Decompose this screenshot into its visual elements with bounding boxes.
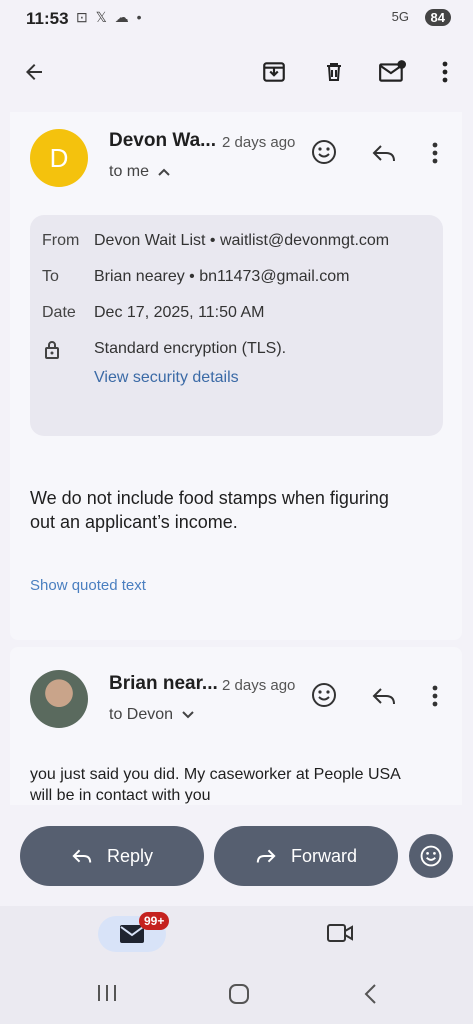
system-back-button[interactable] [363, 983, 377, 1010]
recipients-toggle[interactable]: to Devon [109, 706, 195, 724]
home-button[interactable] [228, 983, 250, 1010]
top-toolbar [0, 40, 473, 106]
sender-photo-avatar[interactable] [30, 670, 88, 728]
lock-icon [44, 340, 60, 365]
archive-button[interactable] [254, 52, 294, 92]
recipient-summary: to me [109, 163, 150, 180]
reply-label: Reply [106, 845, 154, 866]
forward-label: Forward [290, 845, 357, 866]
archive-icon [263, 62, 285, 82]
emoji-react-button[interactable] [310, 681, 338, 714]
message-body-line-1: you just said you did. My caseworker at … [30, 766, 401, 783]
network-indicator: 5G [391, 9, 409, 24]
forward-icon [256, 849, 276, 863]
smiley-icon [312, 140, 336, 164]
from-label: From [42, 232, 80, 249]
delete-button[interactable] [314, 52, 354, 92]
meet-tab[interactable] [326, 922, 354, 949]
date-label: Date [42, 304, 76, 321]
chevron-up-icon [158, 168, 170, 176]
smiley-icon [420, 845, 442, 867]
recent-apps-button[interactable] [96, 983, 118, 1008]
message-more-button[interactable] [432, 685, 438, 712]
message-more-button[interactable] [432, 142, 438, 169]
back-button[interactable] [14, 52, 54, 92]
mark-unread-button[interactable] [372, 52, 412, 92]
more-options-button[interactable] [425, 52, 465, 92]
sender-name[interactable]: Brian near... [109, 673, 218, 695]
home-icon [229, 984, 249, 1004]
date-value: Dec 17, 2025, 11:50 AM [94, 304, 265, 321]
to-label: To [42, 268, 59, 285]
encryption-text: Standard encryption (TLS). [94, 340, 287, 357]
reply-icon [72, 849, 92, 863]
more-vert-icon [442, 61, 448, 83]
more-vert-icon [432, 142, 438, 164]
message-time: 2 days ago [222, 134, 296, 151]
view-security-details-link[interactable]: View security details [94, 369, 239, 387]
video-camera-icon [327, 924, 353, 942]
forward-button[interactable]: Forward [214, 826, 398, 886]
to-value: Brian nearey • bn11473@gmail.com [94, 268, 350, 285]
recipient-summary: to Devon [109, 706, 174, 723]
reply-button[interactable]: Reply [20, 826, 204, 886]
recent-apps-icon [98, 985, 116, 1001]
sender-avatar[interactable]: D [30, 129, 88, 187]
status-time: 11:53 [26, 9, 69, 28]
trash-icon [327, 63, 341, 81]
chevron-left-icon [364, 984, 376, 1004]
reply-icon [372, 688, 395, 705]
chevron-down-icon [182, 711, 194, 719]
reply-icon-button[interactable] [371, 685, 397, 712]
battery-badge: 84 [424, 9, 451, 26]
message-body-line-2: will be in contact with you [30, 787, 211, 804]
more-vert-icon [432, 685, 438, 707]
unread-count-badge: 99+ [139, 912, 170, 930]
recipients-toggle[interactable]: to me [109, 163, 171, 181]
mail-unread-icon [379, 60, 406, 82]
emoji-reaction-button[interactable] [409, 834, 453, 878]
message-time: 2 days ago [222, 677, 296, 694]
show-quoted-text-link[interactable]: Show quoted text [30, 577, 146, 594]
emoji-react-button[interactable] [310, 138, 338, 171]
sender-name[interactable]: Devon Wa... [109, 130, 216, 152]
status-notification-icons: ⊡ 𝕏 ☁ • [76, 9, 144, 25]
smiley-icon [312, 683, 336, 707]
reply-icon-button[interactable] [371, 142, 397, 169]
status-bar: 11:53 ⊡ 𝕏 ☁ • 5G 84 [0, 0, 473, 36]
from-value: Devon Wait List • waitlist@devonmgt.com [94, 232, 390, 249]
back-arrow-icon [26, 64, 42, 80]
message-body-line-2: out an applicant’s income. [30, 512, 238, 532]
reply-icon [372, 145, 395, 162]
message-body-line-1: We do not include food stamps when figur… [30, 488, 389, 508]
